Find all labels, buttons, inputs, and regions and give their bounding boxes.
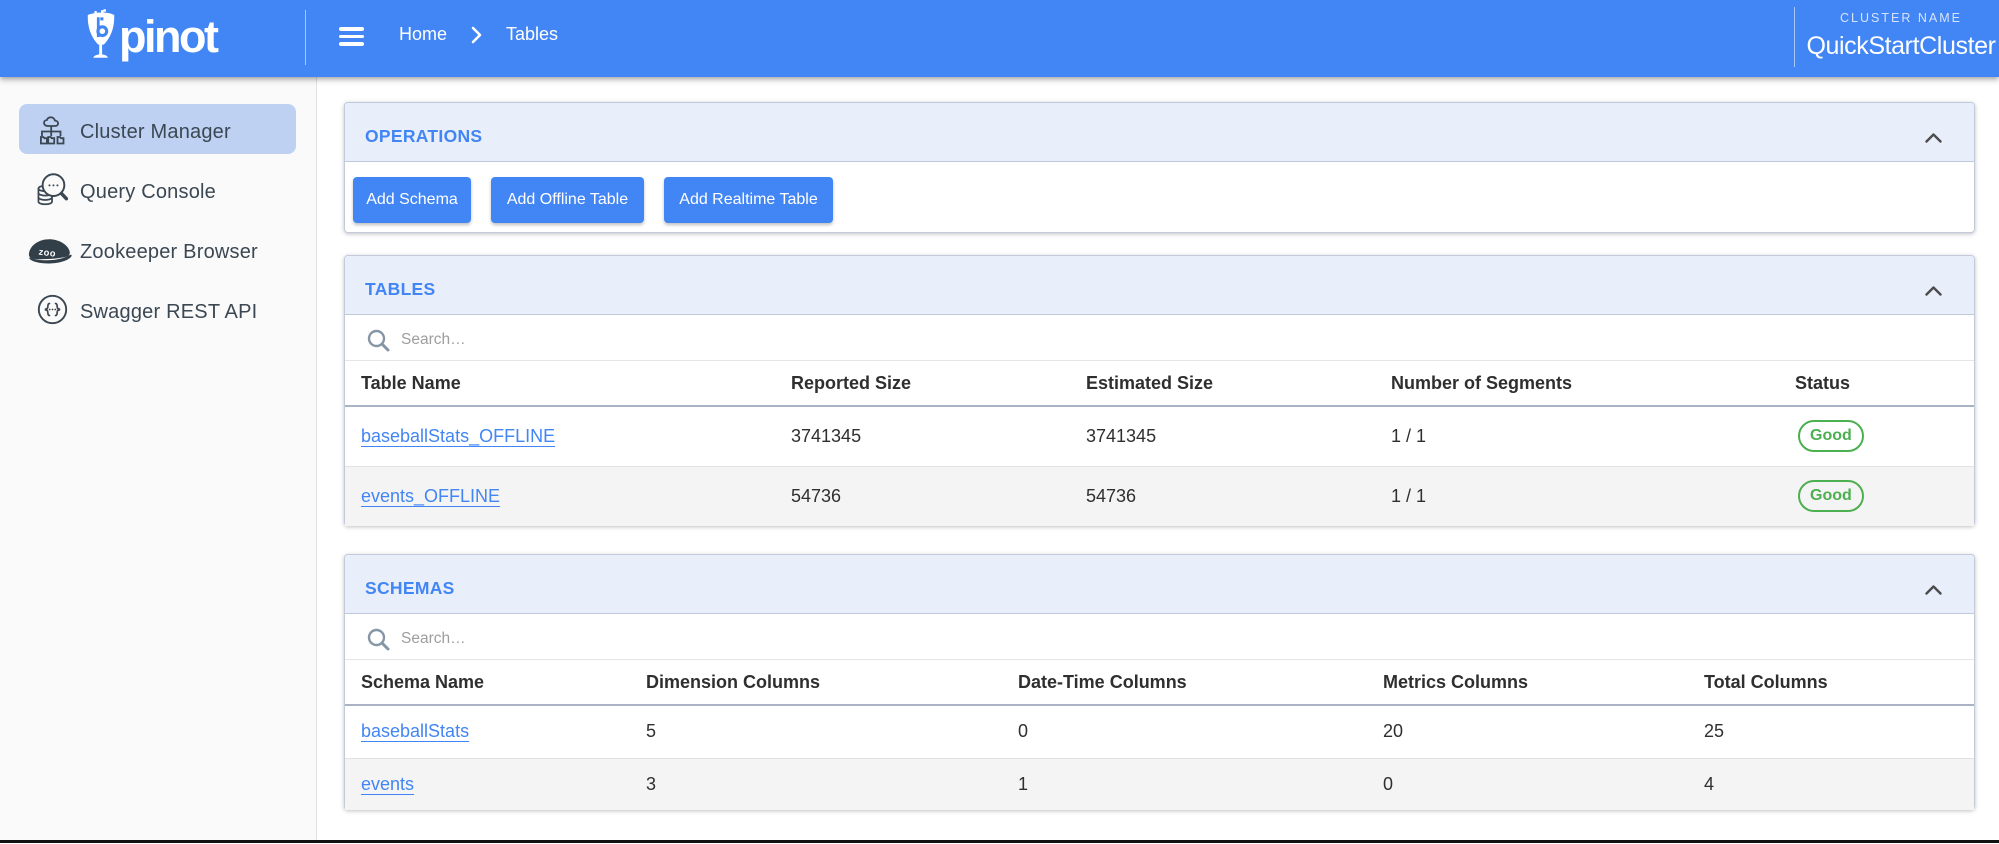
- svg-text:zoo: zoo: [38, 246, 57, 258]
